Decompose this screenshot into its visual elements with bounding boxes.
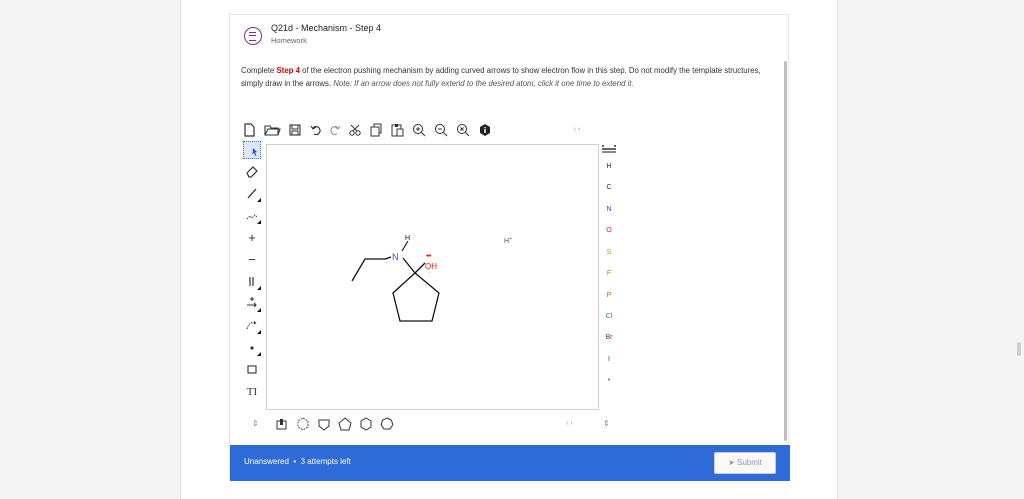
cyclopentane-ring-icon[interactable] bbox=[359, 417, 373, 435]
toolbar-scroll-icon[interactable]: ⇕ bbox=[252, 417, 259, 431]
homework-list-icon bbox=[244, 27, 262, 45]
question-title: Q21d - Mechanism - Step 4 bbox=[271, 23, 382, 33]
paste-icon[interactable] bbox=[389, 122, 405, 138]
zoom-out-icon[interactable] bbox=[433, 122, 449, 138]
template-expand-icon[interactable]: ‹ › bbox=[566, 417, 573, 431]
benzene-ring-icon[interactable] bbox=[296, 417, 310, 435]
drawing-canvas[interactable]: N : H OH ••• : H+ bbox=[266, 144, 599, 410]
chain-icon[interactable] bbox=[243, 207, 261, 225]
charge-plus-icon[interactable]: + bbox=[243, 229, 261, 247]
nh-hydrogen-label: H bbox=[405, 235, 410, 242]
page-scrollbar[interactable] bbox=[1017, 342, 1021, 356]
question-footer: Unanswered • 3 attempts left ➤ Submit bbox=[230, 445, 790, 481]
zoom-in-icon[interactable] bbox=[411, 122, 427, 138]
periodic-table-icon[interactable] bbox=[597, 143, 621, 157]
undo-icon[interactable] bbox=[309, 122, 323, 138]
step-highlight: Step 4 bbox=[276, 66, 300, 75]
curved-arrow-icon[interactable] bbox=[243, 317, 261, 335]
chemical-drawing-editor: ‹ › + − TI N: H OH •••: H+ H C N O S F… bbox=[241, 119, 790, 435]
element-h-button[interactable]: H bbox=[597, 163, 621, 170]
element-toolbar: H C N O S F P Cl Br I * bbox=[597, 141, 621, 411]
oxygen-lone-pair: : bbox=[428, 268, 430, 275]
nitrogen-lone-pair: : bbox=[386, 258, 388, 265]
text-tool-icon[interactable]: TI bbox=[243, 383, 261, 401]
cut-icon[interactable] bbox=[347, 122, 363, 138]
charge-minus-icon[interactable]: − bbox=[243, 251, 261, 269]
element-scroll-icon[interactable]: ⇕ bbox=[603, 417, 610, 431]
editor-toolbar: ‹ › bbox=[241, 119, 781, 141]
answer-status: Unanswered • 3 attempts left bbox=[244, 457, 351, 466]
reaction-arrow-icon[interactable] bbox=[243, 295, 261, 313]
new-document-icon[interactable] bbox=[241, 122, 257, 138]
single-bond-icon[interactable] bbox=[243, 185, 261, 203]
element-p-button[interactable]: P bbox=[597, 292, 621, 299]
nitrogen-label: N bbox=[392, 252, 399, 262]
hydroxyl-label: OH bbox=[425, 262, 437, 271]
question-text: Complete Step 4 of the electron pushing … bbox=[241, 66, 761, 88]
element-n-button[interactable]: N bbox=[597, 206, 621, 213]
element-c-button[interactable]: C bbox=[597, 184, 621, 191]
status-label: Unanswered bbox=[244, 457, 289, 466]
electron-dot-icon[interactable] bbox=[243, 339, 261, 357]
cyclohexane-ring-icon[interactable] bbox=[380, 417, 394, 435]
question-note: Note: If an arrow does not fully extend … bbox=[333, 79, 634, 88]
eraser-icon[interactable] bbox=[243, 163, 261, 181]
selection-tool-icon[interactable] bbox=[243, 141, 261, 159]
redo-icon[interactable] bbox=[328, 122, 342, 138]
submit-button[interactable]: ➤ Submit bbox=[714, 452, 776, 474]
copy-icon[interactable] bbox=[368, 122, 384, 138]
question-card: Q21d - Mechanism - Step 4 Homework Compl… bbox=[229, 14, 790, 481]
zoom-reset-icon[interactable] bbox=[455, 122, 471, 138]
hydrogen-ion: H+ bbox=[504, 236, 512, 245]
cyclopropane-ring-icon[interactable] bbox=[317, 417, 331, 435]
send-icon: ➤ bbox=[728, 458, 735, 467]
element-f-button[interactable]: F bbox=[597, 270, 621, 277]
element-i-button[interactable]: I bbox=[597, 356, 621, 363]
info-icon[interactable] bbox=[477, 122, 493, 138]
element-cl-button[interactable]: Cl bbox=[597, 313, 621, 320]
toolbar-expand-icon[interactable]: ‹ › bbox=[569, 122, 585, 138]
cyclobutane-ring-icon[interactable] bbox=[338, 417, 352, 435]
question-type: Homework bbox=[271, 36, 307, 45]
save-icon[interactable] bbox=[287, 122, 303, 138]
element-br-button[interactable]: Br bbox=[597, 334, 621, 341]
template-menu-icon[interactable] bbox=[275, 417, 289, 435]
attempts-label: 3 attempts left bbox=[300, 457, 351, 466]
element-wildcard-button[interactable]: * bbox=[597, 378, 621, 385]
oxygen-lone-pairs: ••• bbox=[426, 253, 432, 260]
rectangle-icon[interactable] bbox=[243, 361, 261, 379]
template-toolbar: ⇕ ‹ › ⇕ bbox=[241, 415, 621, 435]
element-s-button[interactable]: S bbox=[597, 249, 621, 256]
open-folder-icon[interactable] bbox=[263, 122, 281, 138]
molecule-drawing: N : H OH ••• : H+ bbox=[351, 235, 512, 322]
left-toolbar: + − TI bbox=[241, 141, 263, 421]
bond-types-icon[interactable] bbox=[243, 273, 261, 291]
element-o-button[interactable]: O bbox=[597, 227, 621, 234]
